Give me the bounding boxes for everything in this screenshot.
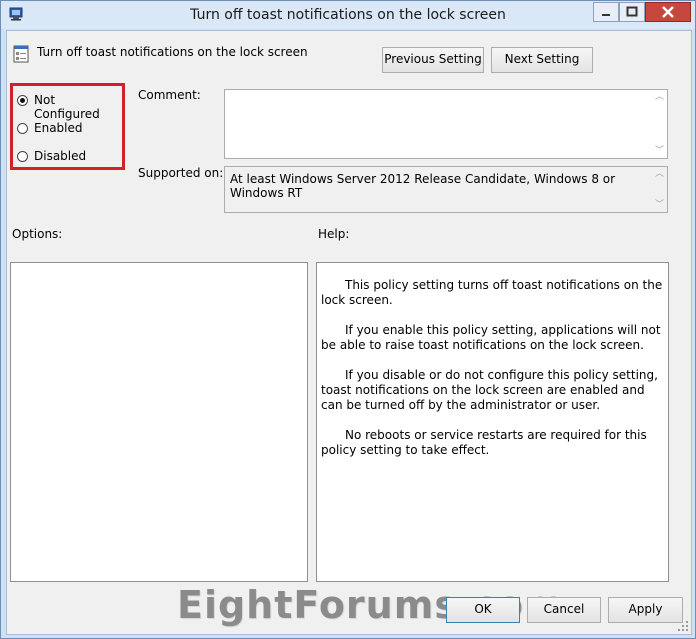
radio-enabled[interactable]: Enabled (17, 121, 121, 138)
comment-label: Comment: (138, 88, 201, 102)
title-bar[interactable]: Turn off toast notifications on the lock… (1, 1, 695, 29)
options-panel (10, 262, 308, 582)
supported-on-value: At least Windows Server 2012 Release Can… (230, 172, 616, 200)
window-title: Turn off toast notifications on the lock… (190, 7, 506, 23)
close-button[interactable] (645, 2, 691, 22)
scroll-down-icon[interactable]: ﹀ (655, 147, 664, 156)
comment-scrollbar[interactable]: ︿ ﹀ (651, 90, 667, 158)
apply-button[interactable]: Apply (608, 597, 683, 623)
options-label: Options: (12, 227, 63, 241)
next-setting-button[interactable]: Next Setting (491, 47, 593, 73)
cancel-button[interactable]: Cancel (527, 597, 601, 623)
close-icon (662, 6, 674, 18)
help-paragraph: No reboots or service restarts are requi… (321, 428, 647, 457)
policy-dialog-window: Turn off toast notifications on the lock… (0, 0, 696, 639)
scroll-down-icon[interactable]: ﹀ (655, 201, 664, 210)
radio-disabled[interactable]: Disabled (17, 149, 121, 166)
radio-not-configured[interactable]: Not Configured (17, 93, 121, 121)
maximize-icon (626, 6, 638, 17)
help-paragraph: This policy setting turns off toast noti… (321, 278, 663, 307)
supported-on-label: Supported on: (138, 166, 224, 180)
minimize-button[interactable] (593, 2, 619, 22)
radio-label: Disabled (34, 149, 87, 163)
ok-button[interactable]: OK (446, 597, 520, 623)
radio-button[interactable] (17, 123, 28, 134)
supported-on-scrollbar[interactable]: ︿ ﹀ (651, 167, 667, 212)
minimize-icon (602, 14, 610, 16)
radio-label: Not Configured (34, 93, 100, 121)
scroll-up-icon[interactable]: ︿ (655, 93, 664, 102)
help-paragraph: If you enable this policy setting, appli… (321, 323, 661, 352)
help-panel: This policy setting turns off toast noti… (316, 262, 669, 582)
radio-button[interactable] (17, 151, 28, 162)
policy-setting-icon (13, 45, 29, 63)
help-label: Help: (318, 227, 350, 241)
previous-setting-button[interactable]: Previous Setting (382, 47, 484, 73)
dialog-client-area: Turn off toast notifications on the lock… (6, 30, 692, 635)
scroll-up-icon[interactable]: ︿ (655, 170, 664, 179)
radio-label: Enabled (34, 121, 83, 135)
maximize-button[interactable] (619, 2, 645, 22)
supported-on-textbox: At least Windows Server 2012 Release Can… (224, 166, 668, 213)
resize-grip-icon[interactable] (677, 620, 689, 632)
help-paragraph: If you disable or do not configure this … (321, 368, 658, 412)
radio-button-selected[interactable] (17, 95, 28, 106)
setting-name-label: Turn off toast notifications on the lock… (37, 45, 308, 59)
comment-textbox[interactable]: ︿ ﹀ (224, 89, 668, 159)
